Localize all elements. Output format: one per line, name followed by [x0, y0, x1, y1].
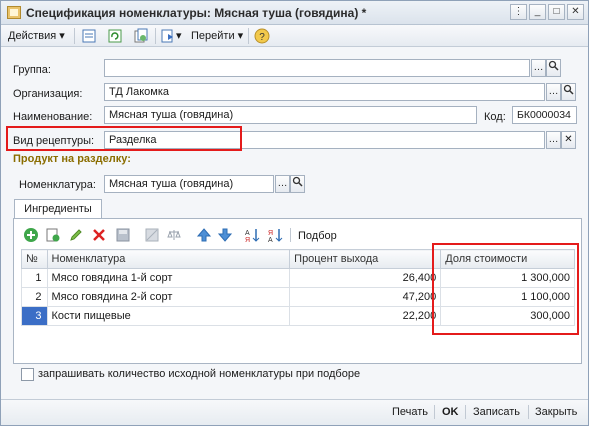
bottom-divider: [528, 405, 529, 419]
nomenclature-label: Номенклатура:: [19, 179, 96, 191]
row-yield[interactable]: 26,400: [289, 268, 442, 288]
recipe-type-select-button[interactable]: …: [546, 131, 561, 149]
nomenclature-select-button[interactable]: …: [275, 175, 290, 193]
sort-ascending-icon[interactable]: AЯ: [244, 227, 260, 243]
column-header-yield[interactable]: Процент выхода: [289, 249, 442, 269]
toolbar-divider: [248, 28, 249, 44]
bottom-divider: [434, 405, 435, 419]
row-name[interactable]: Мясо говядина 2-й сорт: [46, 287, 291, 307]
add-row-icon[interactable]: [23, 227, 39, 243]
move-down-icon[interactable]: [217, 227, 233, 243]
row-yield[interactable]: 22,200: [289, 306, 442, 326]
group-label: Группа:: [13, 64, 51, 76]
org-label: Организация:: [13, 88, 83, 100]
window-controls: ⋮ _ □ ✕: [510, 4, 584, 20]
group-field[interactable]: [104, 59, 530, 77]
delete-row-icon[interactable]: [91, 227, 107, 243]
column-header-nomenclature[interactable]: Номенклатура: [46, 249, 291, 269]
group-search-button[interactable]: [546, 59, 561, 77]
code-field[interactable]: БК0000034: [512, 106, 577, 124]
row-number: 2: [21, 287, 48, 307]
row-number: 1: [21, 268, 48, 288]
org-select-button[interactable]: …: [546, 83, 561, 101]
copy-row-icon[interactable]: [45, 227, 61, 243]
edit-row-icon[interactable]: [68, 227, 84, 243]
close-button[interactable]: ✕: [567, 4, 584, 20]
svg-text:Я: Я: [268, 230, 273, 237]
goto-label: Перейти: [191, 30, 235, 42]
goto-menu[interactable]: Перейти ▾: [191, 28, 243, 44]
actions-menu[interactable]: Действия ▾: [8, 28, 65, 44]
print-button[interactable]: Печать: [392, 406, 428, 418]
highlight-box-cost-share: [432, 243, 579, 335]
save-icon[interactable]: [115, 227, 131, 243]
ok-button[interactable]: OK: [442, 406, 459, 418]
main-window: Спецификация номенклатуры: Мясная туша (…: [0, 0, 589, 426]
nomenclature-field[interactable]: Мясная туша (говядина): [104, 175, 274, 193]
svg-text:A: A: [268, 237, 273, 243]
bottom-divider: [465, 405, 466, 419]
actions-label: Действия: [8, 30, 57, 42]
toolbar-divider: [290, 228, 291, 242]
structure-dropdown-arrow[interactable]: ▾: [176, 28, 182, 44]
row-yield[interactable]: 47,200: [289, 287, 442, 307]
minimize-button[interactable]: _: [529, 4, 546, 20]
list-move-icon[interactable]: [81, 28, 97, 44]
svg-text:?: ?: [259, 32, 265, 43]
window-title: Спецификация номенклатуры: Мясная туша (…: [26, 6, 367, 20]
svg-text:A: A: [245, 230, 250, 237]
row-name[interactable]: Мясо говядина 1-й сорт: [46, 268, 291, 288]
help-icon[interactable]: ?: [254, 28, 270, 44]
bottom-bar: Печать OK Записать Закрыть: [1, 399, 588, 425]
nomenclature-search-button[interactable]: [290, 175, 305, 193]
main-toolbar: Действия ▾ ▾ Перейти ▾ ?: [1, 25, 588, 47]
search-icon: [548, 60, 559, 71]
name-label: Наименование:: [13, 111, 93, 123]
close-form-button[interactable]: Закрыть: [535, 406, 577, 418]
balance-icon[interactable]: [166, 227, 182, 243]
row-number: 3: [21, 306, 48, 326]
product-section-title: Продукт на разделку:: [13, 153, 131, 165]
refresh-icon[interactable]: [107, 28, 123, 44]
code-label: Код:: [484, 111, 506, 123]
structure-icon[interactable]: [160, 28, 176, 44]
group-select-button[interactable]: …: [531, 59, 546, 77]
svg-text:Я: Я: [245, 237, 250, 243]
document-icon: [7, 6, 21, 19]
search-icon: [292, 176, 303, 187]
toolbar-divider: [74, 28, 75, 44]
search-icon: [563, 84, 574, 95]
highlight-box-recipe-type: [6, 126, 242, 151]
move-up-icon[interactable]: [196, 227, 212, 243]
org-field[interactable]: ТД Лакомка: [104, 83, 545, 101]
query-quantity-label: запрашивать количество исходной номенкла…: [38, 368, 361, 380]
save-button[interactable]: Записать: [473, 406, 520, 418]
copy-document-icon[interactable]: [133, 28, 149, 44]
title-bar: Спецификация номенклатуры: Мясная туша (…: [1, 1, 588, 25]
row-name[interactable]: Кости пищевые: [46, 306, 291, 326]
toolbar-divider: [155, 28, 156, 44]
column-header-number[interactable]: №: [21, 249, 48, 269]
recipe-type-clear-button[interactable]: ✕: [561, 131, 576, 149]
pick-button[interactable]: Подбор: [298, 230, 337, 242]
org-search-button[interactable]: [561, 83, 576, 101]
sort-descending-icon[interactable]: ЯA: [267, 227, 283, 243]
name-field[interactable]: Мясная туша (говядина): [104, 106, 477, 124]
disabled-tool-icon[interactable]: [144, 227, 160, 243]
menu-icon[interactable]: ⋮: [510, 4, 527, 20]
query-quantity-checkbox[interactable]: [21, 368, 34, 381]
maximize-button[interactable]: □: [548, 4, 565, 20]
tab-ingredients[interactable]: Ингредиенты: [14, 199, 102, 219]
